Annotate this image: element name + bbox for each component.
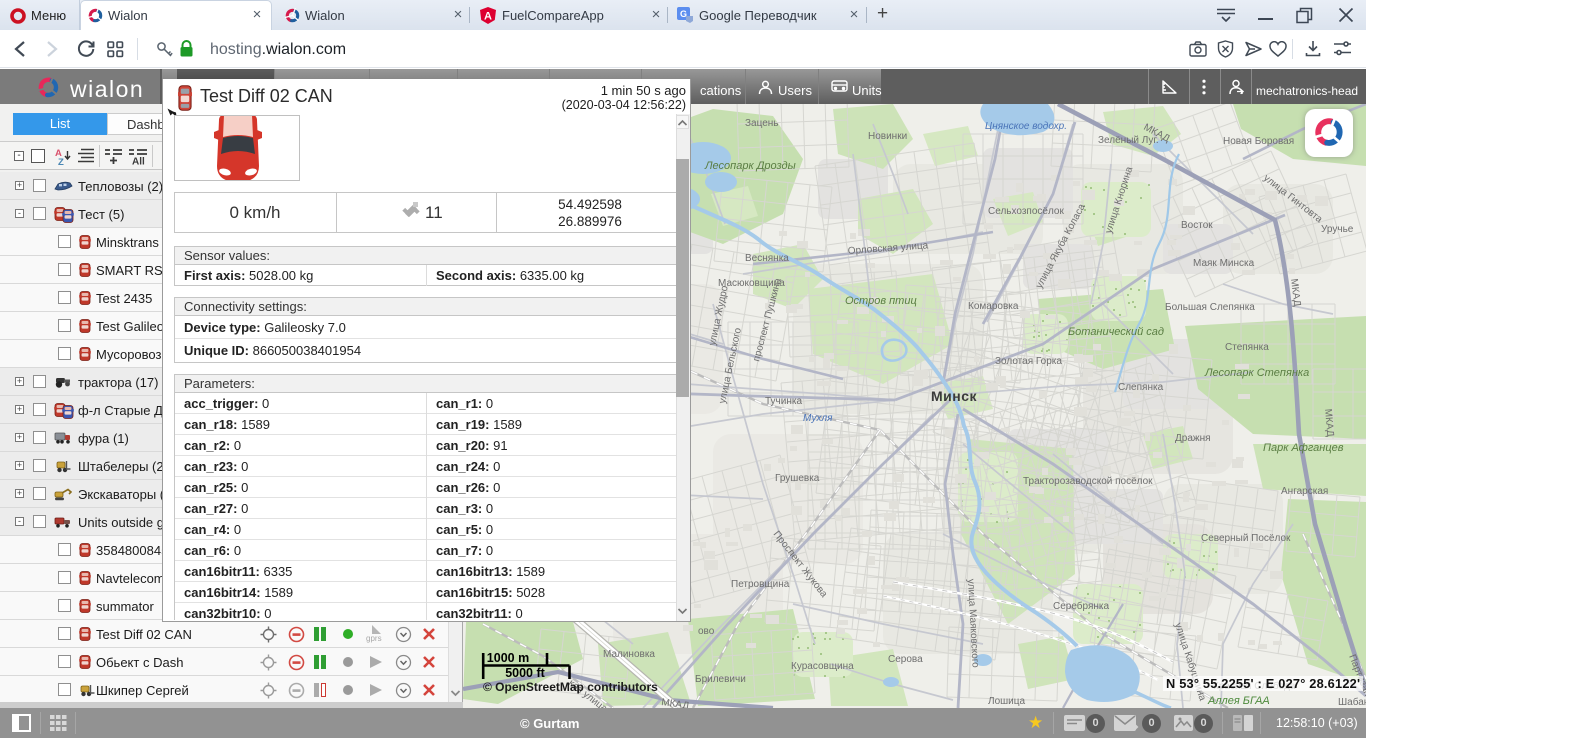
svg-text:Брилевичи: Брилевичи xyxy=(695,674,746,685)
svg-text:Малиновка: Малиновка xyxy=(603,649,655,660)
svg-text:A: A xyxy=(484,11,492,23)
svg-text:Курасовщина: Курасовщина xyxy=(791,661,854,672)
svg-text:Серебрянка: Серебрянка xyxy=(1053,600,1110,612)
svg-text:Зацень: Зацень xyxy=(745,118,779,129)
svg-text:Шабан: Шабан xyxy=(1338,696,1366,708)
svg-text:Грушевка: Грушевка xyxy=(775,473,820,484)
svg-text:Ангарская: Ангарская xyxy=(1281,486,1328,497)
svg-text:Тракторозаводской посёлок: Тракторозаводской посёлок xyxy=(1023,476,1153,487)
svg-text:Дражня: Дражня xyxy=(1175,433,1211,444)
svg-text:Z: Z xyxy=(58,157,64,165)
svg-text:Маяк Минска: Маяк Минска xyxy=(1193,258,1255,269)
svg-text:Восток: Восток xyxy=(1181,220,1213,231)
svg-text:Новая Боровая: Новая Боровая xyxy=(1223,136,1294,147)
svg-text:All: All xyxy=(132,157,145,166)
svg-text:Парк Афганцев: Парк Афганцев xyxy=(1263,442,1344,454)
svg-text:Золотая Горка: Золотая Горка xyxy=(995,356,1062,367)
svg-text:Веснянка: Веснянка xyxy=(745,253,789,264)
svg-text:Цнянское водохр.: Цнянское водохр. xyxy=(985,121,1067,132)
svg-text:Ботанический сад: Ботанический сад xyxy=(1068,326,1164,338)
svg-text:Степянка: Степянка xyxy=(1225,342,1269,353)
svg-text:Уручье: Уручье xyxy=(1321,224,1354,235)
svg-text:Лесопарк Дрозды: Лесопарк Дрозды xyxy=(704,160,796,172)
svg-text:Северный Посёлок: Северный Посёлок xyxy=(1201,533,1291,544)
svg-text:G: G xyxy=(680,9,687,19)
svg-text:Сельхозпосёлок: Сельхозпосёлок xyxy=(988,206,1064,217)
svg-text:Лошица: Лошица xyxy=(988,696,1025,707)
svg-text:Слепянка: Слепянка xyxy=(1118,382,1164,393)
svg-text:Остров птиц: Остров птиц xyxy=(845,295,917,307)
svg-text:Тучинка: Тучинка xyxy=(765,396,802,407)
svg-text:Большая Слепянка: Большая Слепянка xyxy=(1165,302,1255,313)
svg-text:Новинки: Новинки xyxy=(868,131,907,142)
svg-text:Петровщина: Петровщина xyxy=(731,579,790,590)
svg-text:Лесопарк Степянка: Лесопарк Степянка xyxy=(1204,367,1309,379)
svg-text:Комаровка: Комаровка xyxy=(968,301,1019,312)
svg-text:Зелёный Луг.: Зелёный Луг. xyxy=(1098,135,1159,146)
svg-text:Минск: Минск xyxy=(931,388,978,404)
svg-text:ово: ово xyxy=(698,626,715,637)
svg-text:Серова: Серова xyxy=(888,654,923,665)
svg-text:Мухля: Мухля xyxy=(803,413,833,424)
svg-text:Аллея БГАА: Аллея БГАА xyxy=(1207,695,1270,707)
